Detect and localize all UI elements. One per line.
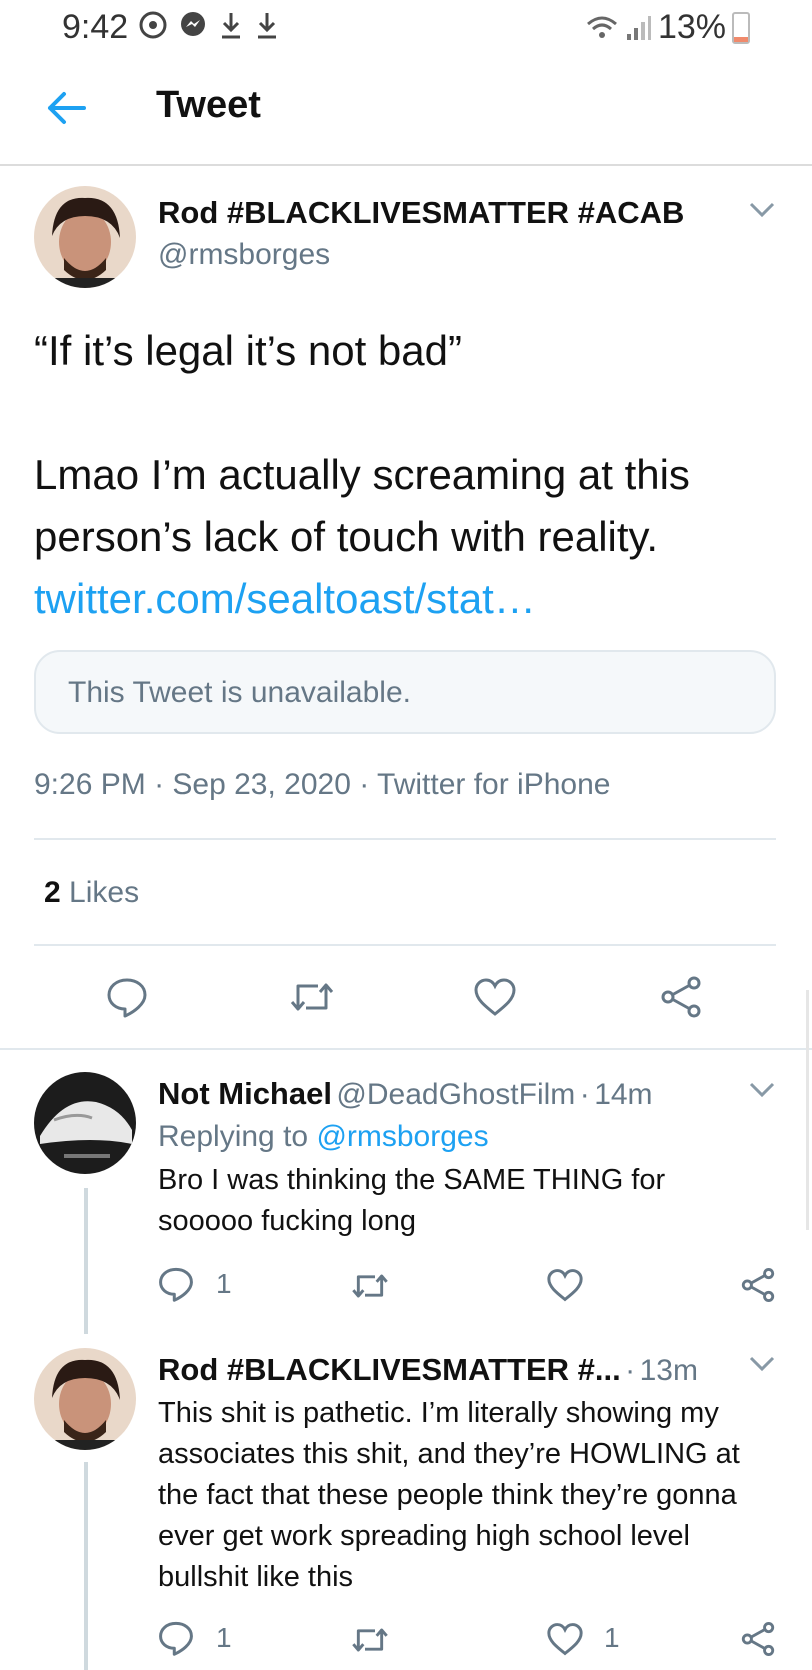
tweet-link[interactable]: twitter.com/sealtoast/stat…: [34, 575, 536, 622]
avatar[interactable]: [34, 1072, 136, 1174]
reply-header: Not Michael @DeadGhostFilm · 14m: [158, 1076, 653, 1111]
page-title: Tweet: [156, 84, 261, 126]
download-icon: [258, 13, 276, 39]
tweet-time: 9:26 PM: [34, 768, 146, 801]
battery-icon: [732, 11, 750, 44]
signal-icon: [626, 15, 651, 40]
heart-icon[interactable]: [546, 1622, 584, 1656]
heart-icon[interactable]: [546, 1268, 584, 1302]
notification-app-icon: [139, 11, 167, 39]
status-right: 13%: [584, 8, 750, 47]
replying-to-handle[interactable]: @rmsborges: [316, 1120, 488, 1153]
messenger-icon: [181, 12, 205, 36]
wifi-icon: [586, 16, 617, 38]
replying-prefix: Replying to: [158, 1120, 309, 1153]
avatar[interactable]: [34, 186, 136, 288]
reply-icon[interactable]: [158, 1620, 194, 1656]
reply-icon[interactable]: [106, 976, 148, 1018]
top-app-bar: [0, 56, 812, 166]
author-name[interactable]: Rod #BLACKLIVESMATTER #ACAB: [158, 195, 684, 231]
tweet-text-line: Lmao I’m actually screaming at this pers…: [34, 451, 690, 560]
heart-icon[interactable]: [473, 977, 517, 1017]
scrollbar[interactable]: [806, 990, 809, 1230]
author-handle[interactable]: @DeadGhostFilm: [336, 1078, 575, 1111]
reply-count: 1: [216, 1268, 232, 1299]
divider: [34, 838, 776, 840]
reply-text: Bro I was thinking the SAME THING for so…: [158, 1164, 666, 1237]
notification-icons: [138, 10, 280, 40]
divider: [34, 944, 776, 946]
chevron-down-icon[interactable]: [748, 1080, 776, 1100]
battery-percent: 13%: [657, 8, 726, 46]
chevron-down-icon[interactable]: [748, 200, 776, 220]
chevron-down-icon[interactable]: [748, 1354, 776, 1374]
tweet-meta: 9:26 PM · Sep 23, 2020 · Twitter for iPh…: [34, 768, 611, 801]
back-button[interactable]: [44, 88, 88, 128]
likes-label: Likes: [69, 876, 140, 909]
divider: [0, 1048, 812, 1050]
reply-age: 14m: [594, 1078, 653, 1111]
thread-line: [84, 1462, 88, 1670]
author-name[interactable]: Rod #BLACKLIVESMATTER #...: [158, 1352, 621, 1387]
likes-number: 2: [44, 876, 61, 909]
author-handle[interactable]: @rmsborges: [158, 238, 330, 272]
reply-icon[interactable]: [158, 1266, 194, 1302]
reply-count: 1: [216, 1622, 232, 1653]
likes-count[interactable]: 2 Likes: [44, 876, 139, 910]
quoted-tweet-unavailable: This Tweet is unavailable.: [34, 650, 776, 734]
status-time: 9:42: [62, 8, 129, 46]
reply-text: This shit is pathetic. I’m literally sho…: [158, 1397, 740, 1593]
reply-header: Rod #BLACKLIVESMATTER #... · 13m: [158, 1352, 698, 1387]
reply-age: 13m: [639, 1354, 698, 1387]
like-count: 1: [604, 1622, 620, 1653]
avatar[interactable]: [34, 1348, 136, 1450]
retweet-icon[interactable]: [350, 1624, 390, 1656]
share-icon[interactable]: [740, 1267, 776, 1303]
share-icon[interactable]: [740, 1621, 776, 1657]
thread-line: [84, 1188, 88, 1334]
author-name[interactable]: Not Michael: [158, 1076, 332, 1111]
arrow-left-icon: [48, 92, 86, 124]
status-bar: 9:42 13%: [0, 0, 812, 56]
tweet-text: “If it’s legal it’s not bad” Lmao I’m ac…: [34, 320, 784, 630]
replying-to: Replying to @rmsborges: [158, 1120, 489, 1154]
retweet-icon[interactable]: [288, 978, 336, 1016]
retweet-icon[interactable]: [350, 1270, 390, 1302]
tweet-date: Sep 23, 2020: [172, 768, 351, 801]
download-icon: [222, 13, 240, 39]
tweet-source[interactable]: Twitter for iPhone: [377, 768, 610, 801]
tweet-text-line: “If it’s legal it’s not bad”: [34, 327, 462, 374]
share-icon[interactable]: [659, 976, 703, 1018]
